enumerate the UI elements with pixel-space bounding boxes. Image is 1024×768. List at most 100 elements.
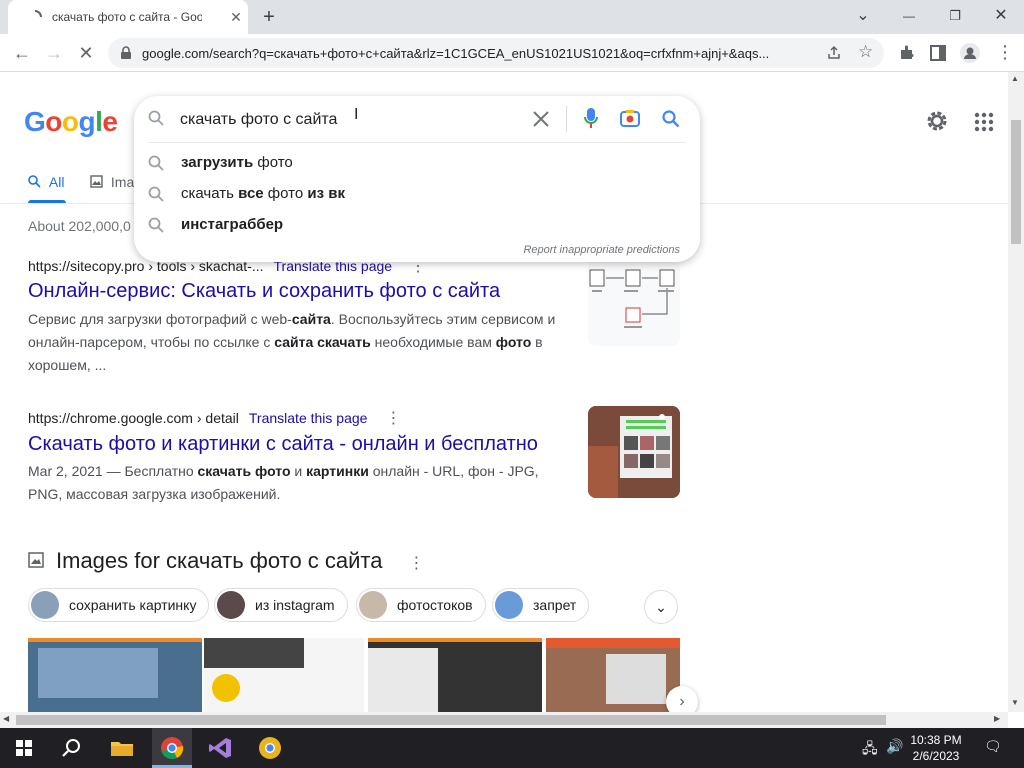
more-options-icon[interactable]: ⋮ [409, 555, 425, 572]
image-chip-3[interactable]: фотостоков [356, 588, 486, 622]
lock-icon[interactable] [120, 46, 132, 60]
logo-letter: o [61, 106, 79, 137]
snippet-text: Mar 2, 2021 — Бесплатно [28, 463, 198, 479]
google-logo[interactable]: Google [24, 106, 118, 138]
settings-gear-icon[interactable] [924, 108, 950, 134]
image-chip-1[interactable]: сохранить картинку [28, 588, 210, 622]
expand-chips-button[interactable]: ⌄ [644, 590, 678, 624]
network-icon[interactable]: 🖧 [862, 738, 878, 762]
browser-tab[interactable]: скачать фото с сайта - Google S ✕ [8, 0, 248, 34]
image-result-3[interactable] [368, 638, 542, 712]
more-options-icon[interactable]: ⋮ [385, 410, 401, 427]
suggestion-item[interactable]: инстаграббер [134, 210, 700, 240]
result-2-snippet: Mar 2, 2021 — Бесплатно скачать фото и к… [28, 460, 568, 506]
share-icon[interactable] [826, 45, 842, 61]
search-icon [148, 217, 164, 233]
result-2-cite[interactable]: https://chrome.google.com › detail Transl… [28, 408, 401, 428]
snippet-text: и [290, 463, 307, 479]
tab-all-label: All [48, 174, 65, 190]
image-result-accent [546, 638, 680, 648]
image-result-1[interactable] [28, 638, 202, 712]
notifications-icon[interactable]: 🗨 [984, 738, 1002, 755]
scroll-right-icon[interactable]: ▶ [994, 714, 1000, 723]
minimize-button[interactable]: — [898, 5, 920, 27]
snippet-text: онлайн - URL, фон - JPG, [368, 463, 539, 479]
profile-avatar-icon[interactable] [960, 43, 980, 63]
chip-thumbnail [217, 591, 245, 619]
bookmark-star-icon[interactable]: ☆ [858, 42, 873, 62]
translate-link[interactable]: Translate this page [249, 410, 368, 426]
chip-thumbnail [31, 591, 59, 619]
image-chip-4[interactable]: запрет [492, 588, 590, 622]
search-input[interactable] [180, 108, 520, 132]
image-chip-2[interactable]: из instagram [214, 588, 348, 622]
lens-camera-icon[interactable] [620, 109, 640, 127]
scroll-left-icon[interactable]: ◀ [3, 714, 9, 723]
google-apps-icon[interactable] [974, 112, 994, 132]
horizontal-scrollbar[interactable]: ◀ ▶ [0, 712, 1008, 728]
extensions-icon[interactable] [898, 44, 916, 62]
search-box[interactable]: I загрузить фото скачать все фото из вк … [134, 96, 700, 262]
image-result-accent [28, 638, 202, 642]
chip-label: из instagram [255, 597, 335, 613]
clear-search-icon[interactable] [532, 110, 550, 128]
images-section-heading: Images for скачать фото с сайта ⋮ [28, 548, 425, 574]
image-result-content [368, 648, 438, 712]
suggestion-item[interactable]: скачать все фото из вк [134, 179, 700, 209]
new-tab-button[interactable]: + [258, 6, 280, 28]
stop-loading-icon[interactable]: ✕ [74, 41, 98, 65]
visual-studio-icon[interactable] [206, 734, 234, 762]
result-2-title[interactable]: Скачать фото и картинки с сайта - онлайн… [28, 433, 538, 456]
snippet-text: PNG, массовая загрузка изображений. [28, 486, 281, 502]
horizontal-scroll-thumb[interactable] [16, 715, 886, 725]
url-text[interactable]: google.com/search?q=скачать+фото+с+сайта… [142, 46, 812, 61]
system-clock[interactable]: 10:38 PM 2/6/2023 [904, 732, 968, 764]
image-result-accent [368, 638, 542, 642]
scroll-down-icon[interactable]: ▼ [1011, 698, 1019, 707]
images-next-button[interactable]: › [666, 686, 698, 712]
chevron-down-icon: ⌄ [655, 599, 667, 615]
tab-all[interactable]: All [28, 174, 64, 190]
tab-images[interactable]: Ima [90, 174, 134, 190]
chip-label: фотостоков [397, 597, 473, 613]
logo-letter: e [102, 106, 118, 137]
search-submit-icon[interactable] [662, 110, 680, 128]
forward-arrow-icon[interactable]: → [42, 41, 66, 65]
image-result-4[interactable] [546, 638, 680, 712]
result-1-thumbnail[interactable] [588, 254, 680, 346]
chevron-right-icon: › [679, 693, 685, 710]
divider [566, 106, 567, 132]
chrome-canary-icon[interactable] [256, 734, 284, 762]
thumbnail-app-image [588, 406, 680, 498]
image-icon [90, 175, 103, 188]
volume-icon[interactable]: 🔊 [886, 738, 903, 755]
chrome-icon[interactable] [158, 734, 186, 762]
vertical-scroll-thumb[interactable] [1011, 120, 1021, 244]
scroll-up-icon[interactable]: ▲ [1011, 74, 1019, 83]
image-result-2[interactable] [204, 638, 364, 712]
tab-search-icon[interactable]: ⌄ [852, 5, 874, 27]
result-1-title[interactable]: Онлайн-сервис: Скачать и сохранить фото … [28, 280, 500, 303]
snippet-text: . Воспользуйтесь этим сервисом и [330, 311, 556, 327]
windows-start-icon[interactable] [10, 734, 38, 762]
suggestion-item[interactable]: загрузить фото [134, 148, 700, 178]
tab-close-icon[interactable]: ✕ [228, 9, 244, 25]
close-window-button[interactable]: ✕ [990, 5, 1012, 27]
restore-button[interactable]: ❐ [944, 5, 966, 27]
snippet-highlight: скачать фото [197, 463, 291, 479]
chrome-menu-icon[interactable]: ⋮ [996, 42, 1014, 63]
result-2-thumbnail[interactable] [588, 406, 680, 498]
image-icon [28, 552, 44, 568]
address-bar[interactable]: google.com/search?q=скачать+фото+с+сайта… [108, 38, 884, 68]
clock-time: 10:38 PM [910, 733, 962, 747]
report-predictions-link[interactable]: Report inappropriate predictions [523, 244, 680, 256]
taskbar-search-icon[interactable] [58, 734, 86, 762]
voice-search-mic-icon[interactable] [584, 107, 598, 129]
result-url: https://chrome.google.com › detail [28, 410, 239, 426]
vertical-scrollbar[interactable]: ▲ ▼ [1008, 72, 1024, 712]
file-explorer-icon[interactable] [108, 734, 136, 762]
snippet-text: в [531, 334, 543, 350]
snippet-line: PNG, массовая загрузка изображений. [28, 483, 568, 506]
back-arrow-icon[interactable]: ← [10, 41, 34, 65]
side-panel-icon[interactable] [930, 45, 946, 61]
